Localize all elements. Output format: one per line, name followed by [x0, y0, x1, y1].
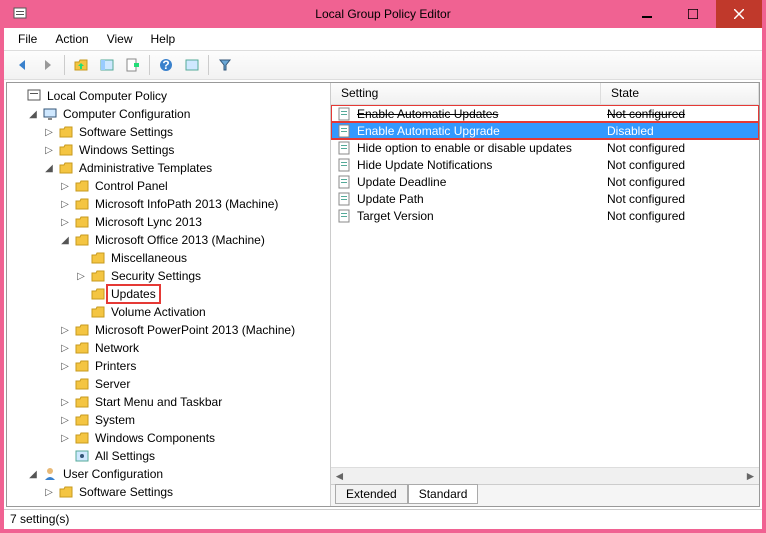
- tab-extended[interactable]: Extended: [335, 484, 408, 504]
- tree-computer-config[interactable]: ◢Computer Configuration: [11, 105, 330, 123]
- tab-standard[interactable]: Standard: [408, 484, 479, 504]
- properties-button[interactable]: [180, 53, 204, 77]
- up-button[interactable]: [69, 53, 93, 77]
- folder-icon: [74, 358, 90, 374]
- list-row[interactable]: Enable Automatic UpgradeDisabled: [331, 122, 759, 139]
- list-body[interactable]: Enable Automatic UpdatesNot configured E…: [331, 105, 759, 467]
- folder-icon: [58, 160, 74, 176]
- tree-lync[interactable]: ▷Microsoft Lync 2013: [11, 213, 330, 231]
- list-row[interactable]: Update PathNot configured: [331, 190, 759, 207]
- show-hide-tree-button[interactable]: [95, 53, 119, 77]
- menu-bar: File Action View Help: [4, 28, 762, 50]
- policy-item-icon: [337, 174, 353, 190]
- tree-office[interactable]: ◢Microsoft Office 2013 (Machine): [11, 231, 330, 249]
- tree-admin-templates[interactable]: ◢Administrative Templates: [11, 159, 330, 177]
- policy-item-icon: [337, 208, 353, 224]
- user-icon: [42, 466, 58, 482]
- tree-windows-components[interactable]: ▷Windows Components: [11, 429, 330, 447]
- maximize-button[interactable]: [670, 0, 716, 28]
- policy-item-icon: [337, 140, 353, 156]
- menu-view[interactable]: View: [99, 30, 141, 48]
- tree-infopath[interactable]: ▷Microsoft InfoPath 2013 (Machine): [11, 195, 330, 213]
- tree-security[interactable]: ▷Security Settings: [11, 267, 330, 285]
- bottom-tabs: Extended Standard: [331, 484, 759, 506]
- settings-icon: [74, 448, 90, 464]
- folder-icon: [58, 484, 74, 500]
- tree-control-panel[interactable]: ▷Control Panel: [11, 177, 330, 195]
- export-button[interactable]: [121, 53, 145, 77]
- folder-icon: [74, 178, 90, 194]
- tree-root[interactable]: Local Computer Policy: [11, 87, 330, 105]
- horizontal-scrollbar[interactable]: ◄ ►: [331, 467, 759, 484]
- folder-icon: [74, 232, 90, 248]
- status-bar: 7 setting(s): [4, 509, 762, 529]
- list-pane: Setting State Enable Automatic UpdatesNo…: [331, 83, 759, 506]
- list-row[interactable]: Update DeadlineNot configured: [331, 173, 759, 190]
- toolbar-separator: [149, 55, 150, 75]
- back-button[interactable]: [10, 53, 34, 77]
- tree-updates[interactable]: Updates: [11, 285, 330, 303]
- folder-icon: [90, 250, 106, 266]
- svg-text:?: ?: [162, 58, 169, 72]
- policy-icon: [26, 88, 42, 104]
- tree-server[interactable]: Server: [11, 375, 330, 393]
- policy-item-icon: [337, 191, 353, 207]
- folder-icon: [74, 214, 90, 230]
- tree-user-config[interactable]: ◢User Configuration: [11, 465, 330, 483]
- help-button[interactable]: ?: [154, 53, 178, 77]
- toolbar-separator: [208, 55, 209, 75]
- toolbar: ?: [4, 50, 762, 80]
- window-title: Local Group Policy Editor: [315, 7, 450, 21]
- col-setting[interactable]: Setting: [331, 83, 601, 104]
- filter-button[interactable]: [213, 53, 237, 77]
- tree-system[interactable]: ▷System: [11, 411, 330, 429]
- list-row[interactable]: Hide option to enable or disable updates…: [331, 139, 759, 156]
- scroll-left-icon[interactable]: ◄: [331, 469, 348, 483]
- tree-user-software[interactable]: ▷Software Settings: [11, 483, 330, 501]
- folder-icon: [90, 304, 106, 320]
- toolbar-separator: [64, 55, 65, 75]
- col-state[interactable]: State: [601, 83, 759, 104]
- forward-button[interactable]: [36, 53, 60, 77]
- folder-icon: [58, 142, 74, 158]
- folder-icon: [74, 412, 90, 428]
- folder-icon: [74, 340, 90, 356]
- tree-pane[interactable]: Local Computer Policy ◢Computer Configur…: [7, 83, 331, 506]
- title-bar: Local Group Policy Editor: [4, 0, 762, 28]
- tree-startmenu[interactable]: ▷Start Menu and Taskbar: [11, 393, 330, 411]
- tree-ppt[interactable]: ▷Microsoft PowerPoint 2013 (Machine): [11, 321, 330, 339]
- folder-icon: [74, 322, 90, 338]
- close-button[interactable]: [716, 0, 762, 28]
- policy-item-icon: [337, 123, 353, 139]
- folder-icon: [74, 376, 90, 392]
- tree-misc[interactable]: Miscellaneous: [11, 249, 330, 267]
- scroll-right-icon[interactable]: ►: [742, 469, 759, 483]
- folder-icon: [74, 196, 90, 212]
- menu-file[interactable]: File: [10, 30, 45, 48]
- policy-item-icon: [337, 106, 353, 122]
- list-header: Setting State: [331, 83, 759, 105]
- list-row[interactable]: Enable Automatic UpdatesNot configured: [331, 105, 759, 122]
- folder-icon: [90, 268, 106, 284]
- list-row[interactable]: Hide Update NotificationsNot configured: [331, 156, 759, 173]
- folder-icon: [90, 286, 106, 302]
- folder-icon: [74, 430, 90, 446]
- tree-software-settings[interactable]: ▷Software Settings: [11, 123, 330, 141]
- list-row[interactable]: Target VersionNot configured: [331, 207, 759, 224]
- menu-help[interactable]: Help: [143, 30, 184, 48]
- tree-network[interactable]: ▷Network: [11, 339, 330, 357]
- tree-all-settings[interactable]: All Settings: [11, 447, 330, 465]
- menu-action[interactable]: Action: [47, 30, 96, 48]
- policy-item-icon: [337, 157, 353, 173]
- computer-icon: [42, 106, 58, 122]
- folder-icon: [74, 394, 90, 410]
- tree-printers[interactable]: ▷Printers: [11, 357, 330, 375]
- content-area: Local Computer Policy ◢Computer Configur…: [6, 82, 760, 507]
- tree-volume[interactable]: Volume Activation: [11, 303, 330, 321]
- app-icon: [12, 6, 28, 22]
- tree-windows-settings[interactable]: ▷Windows Settings: [11, 141, 330, 159]
- folder-icon: [58, 124, 74, 140]
- minimize-button[interactable]: [624, 0, 670, 28]
